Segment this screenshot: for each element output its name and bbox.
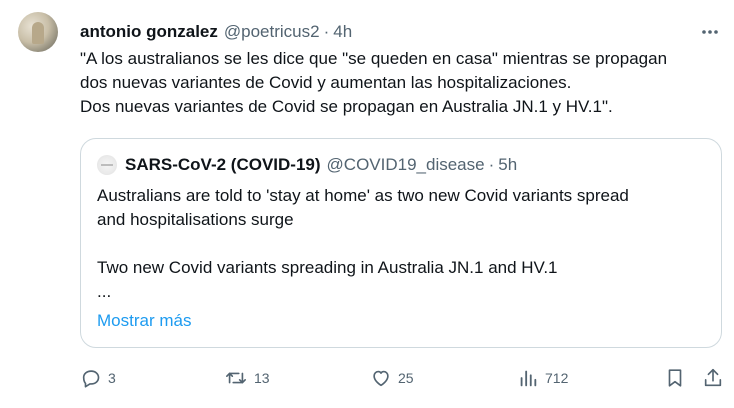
quoted-tweet[interactable]: SARS-CoV-2 (COVID-19) @COVID19_disease ·… xyxy=(80,138,722,348)
quote-text: Australians are told to 'stay at home' a… xyxy=(97,184,707,304)
tweet[interactable]: antonio gonzalez @poetricus2 · 4h "A los… xyxy=(0,0,734,408)
repost-icon xyxy=(224,367,248,389)
action-bar: 3 13 25 712 xyxy=(80,364,730,392)
quote-text-line: and hospitalisations surge xyxy=(97,210,294,229)
views-icon xyxy=(517,367,539,389)
quote-author-handle: @COVID19_disease xyxy=(326,155,485,174)
repost-count: 13 xyxy=(254,370,270,386)
share-icon xyxy=(702,367,724,389)
quote-text-line: Two new Covid variants spreading in Aust… xyxy=(97,258,558,277)
show-more-link[interactable]: Mostrar más xyxy=(97,311,191,331)
quote-text-line xyxy=(97,232,707,256)
reply-count: 3 xyxy=(108,370,116,386)
repost-button[interactable]: 13 xyxy=(224,364,270,392)
like-button[interactable]: 25 xyxy=(370,364,414,392)
like-count: 25 xyxy=(398,370,414,386)
views-button[interactable]: 712 xyxy=(517,364,568,392)
tweet-header: antonio gonzalez @poetricus2 · 4h xyxy=(80,20,352,44)
quote-time: 5h xyxy=(498,155,518,174)
author-name[interactable]: antonio gonzalez xyxy=(80,22,218,42)
quote-author-name: SARS-CoV-2 (COVID-19) xyxy=(125,155,321,174)
views-count: 712 xyxy=(545,370,569,386)
post-time[interactable]: 4h xyxy=(333,22,352,42)
author-handle[interactable]: @poetricus2 xyxy=(224,22,320,42)
quote-header: SARS-CoV-2 (COVID-19) @COVID19_disease ·… xyxy=(97,155,517,175)
more-icon[interactable] xyxy=(698,20,722,44)
tweet-text-line: Dos nuevas variantes de Covid se propaga… xyxy=(80,97,613,116)
quote-text-line: Australians are told to 'stay at home' a… xyxy=(97,186,629,205)
quote-avatar xyxy=(97,155,117,175)
like-icon xyxy=(370,367,392,389)
share-button[interactable] xyxy=(702,364,724,392)
tweet-text-line: "A los australianos se les dice que "se … xyxy=(80,49,668,68)
author-avatar[interactable] xyxy=(18,12,58,52)
quote-text-line: ... xyxy=(97,282,112,301)
tweet-text-line: dos nuevas variantes de Covid y aumentan… xyxy=(80,73,572,92)
bookmark-button[interactable] xyxy=(664,364,686,392)
bookmark-icon xyxy=(664,367,686,389)
separator-dot: · xyxy=(488,155,495,174)
reply-button[interactable]: 3 xyxy=(80,364,116,392)
tweet-text: "A los australianos se les dice que "se … xyxy=(80,47,725,119)
separator-dot: · xyxy=(323,22,330,41)
reply-icon xyxy=(80,367,102,389)
